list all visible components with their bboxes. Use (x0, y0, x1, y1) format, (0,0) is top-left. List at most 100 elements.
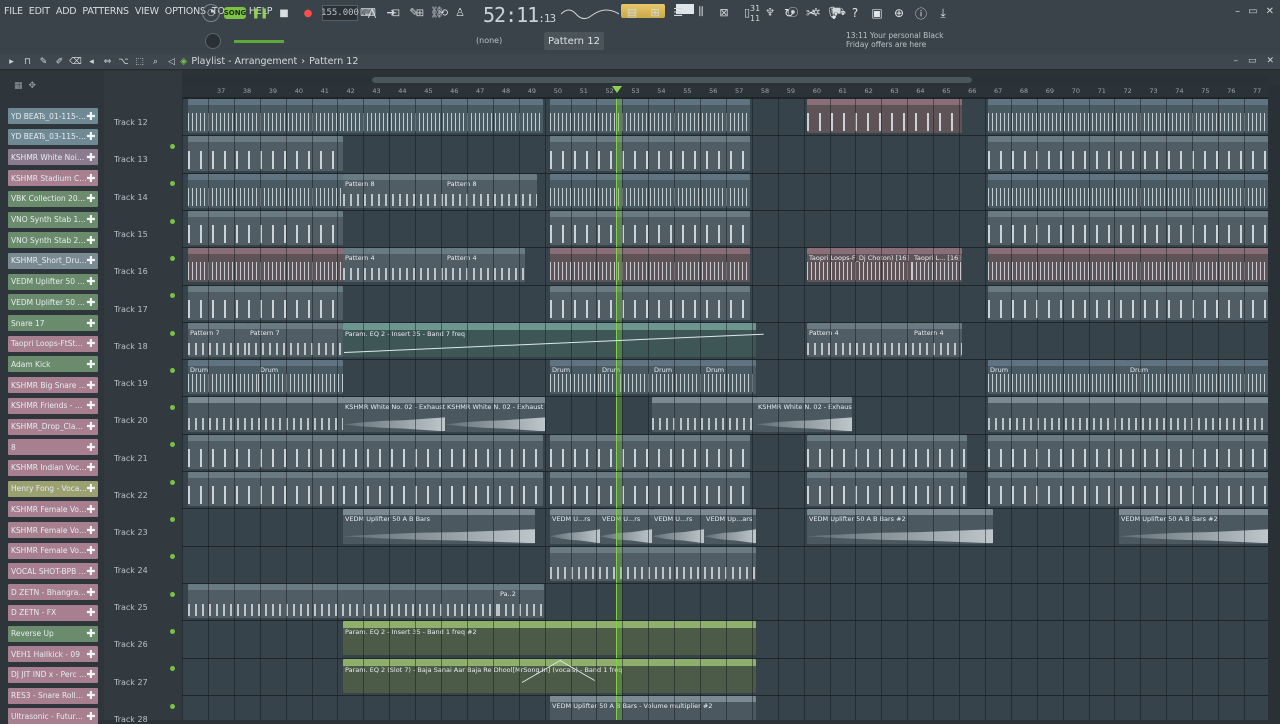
track-label[interactable]: Track 16 (114, 267, 148, 276)
add-clip-icon[interactable]: ✚ (86, 149, 96, 165)
playlist-minimize-icon[interactable]: – (1233, 56, 1238, 66)
add-clip-icon[interactable]: ✚ (86, 419, 96, 435)
info-icon[interactable]: ⓘ (913, 5, 929, 21)
channel-item[interactable]: KSHMR Indian Vocal... ✚ (8, 459, 98, 476)
channel-item[interactable]: Taopri Loops-FtStudi... ✚ (8, 335, 98, 352)
playlist-clip[interactable]: VEDM Uplifter 50 A B Bars (343, 509, 535, 544)
recording-icon[interactable]: ⦿ (785, 4, 801, 20)
playlist-arrow-icon[interactable]: ◈ (180, 56, 187, 67)
playlist-clip[interactable] (988, 472, 1268, 507)
delete-icon[interactable]: ⌫ (69, 56, 82, 67)
playlist-clip[interactable] (652, 397, 756, 432)
channel-item[interactable]: YD BEATs_03-115-01... ✚ (8, 128, 98, 145)
playlist-clip[interactable] (807, 434, 967, 469)
snap-selector[interactable]: (none) (476, 36, 502, 45)
playlist-clip[interactable]: Pattern 4 (445, 248, 525, 283)
picker-pattern-icon[interactable]: ▦ (14, 81, 23, 91)
master-pitch-slider[interactable] (234, 40, 284, 43)
playlist-clip[interactable]: Pattern 8 (445, 173, 537, 208)
playlist-clip[interactable]: Drum (1128, 360, 1268, 395)
menu-add[interactable]: ADD (56, 6, 77, 17)
playlist-clip[interactable] (550, 472, 750, 507)
track-label[interactable]: Track 21 (114, 454, 148, 463)
add-clip-icon[interactable]: ✚ (86, 543, 96, 559)
save-icon[interactable]: ▣ (869, 5, 885, 21)
playlist-clip[interactable] (988, 248, 1268, 283)
channel-item[interactable]: KSHMR Female Vocal...✚ (8, 542, 98, 559)
track-label[interactable]: Track 25 (114, 603, 148, 612)
channel-item[interactable]: RES3 - Snare Rolls 2... ✚ (8, 687, 98, 704)
playlist-clip[interactable]: Drum (258, 360, 343, 395)
select-icon[interactable]: ⬚ (134, 56, 145, 67)
playlist-clip[interactable] (988, 434, 1268, 469)
tempo-display[interactable]: 155.000 (321, 5, 359, 21)
add-clip-icon[interactable]: ✚ (86, 563, 96, 579)
playlist-icon[interactable]: ▤ (624, 4, 640, 20)
file-icon[interactable]: ▯ (739, 4, 755, 20)
track-mute-led[interactable] (170, 218, 175, 224)
playlist-clip[interactable] (188, 136, 343, 171)
track-label[interactable]: Track 14 (114, 193, 148, 202)
playlist-clip[interactable]: Drum (988, 360, 1128, 395)
track-label[interactable]: Track 13 (114, 155, 148, 164)
playlist-clip[interactable] (988, 397, 1268, 432)
add-clip-icon[interactable]: ✚ (86, 274, 96, 290)
tools-icon[interactable]: ✲ (808, 4, 824, 20)
minimize-icon[interactable]: – (1235, 6, 1240, 17)
track-label[interactable]: Track 18 (114, 342, 148, 351)
add-clip-icon[interactable]: ✚ (86, 667, 96, 683)
mixer-icon[interactable]: ⫼ (693, 4, 709, 20)
track-label[interactable]: Track 27 (114, 678, 148, 687)
playlist-clip[interactable]: Pattern 4 (807, 322, 912, 358)
channel-item[interactable]: DJ JIT IND x - Perc 2... ✚ (8, 666, 98, 683)
pattern-song-toggle-icon[interactable]: ◔ (202, 4, 220, 22)
playlist-grid[interactable]: Pattern 8 Pattern 8 Pattern 4 Pattern 4 Taop… (182, 98, 1268, 720)
track-mute-led[interactable] (170, 703, 175, 709)
playlist-clip[interactable] (343, 99, 543, 134)
add-clip-icon[interactable]: ✚ (86, 522, 96, 538)
playlist-clip[interactable] (988, 136, 1268, 171)
draw-icon[interactable]: ✎ (38, 56, 49, 67)
track-label[interactable]: Track 22 (114, 491, 148, 500)
track-mute-led[interactable] (170, 330, 175, 336)
playlist-clip[interactable]: Drum (188, 360, 258, 395)
playlist-clip[interactable] (550, 285, 750, 320)
add-clip-icon[interactable]: ✚ (86, 232, 96, 248)
channel-item[interactable]: D ZETN - FX ✚ (8, 604, 98, 621)
playlist-clip[interactable] (188, 434, 343, 469)
playlist-clip[interactable]: Pattern 4 (912, 322, 962, 358)
playlist-clip[interactable]: Pattern 4 (343, 248, 445, 283)
channel-item[interactable]: Ultrasonic - Future B... ✚ (8, 708, 98, 724)
add-clip-icon[interactable]: ✚ (86, 129, 96, 145)
channel-item[interactable]: VBK Collection 2021... ✚ (8, 190, 98, 207)
stop-button[interactable]: ■ (274, 4, 294, 22)
channel-item[interactable]: VNO Synth Stab 203 A...✚ (8, 232, 98, 249)
track-label[interactable]: Track 12 (114, 118, 148, 127)
add-clip-icon[interactable]: ✚ (86, 398, 96, 414)
playlist-clip[interactable] (988, 99, 1268, 134)
add-clip-icon[interactable]: ✚ (86, 708, 96, 724)
track-label[interactable]: Track 15 (114, 230, 148, 239)
add-clip-icon[interactable]: ✚ (86, 605, 96, 621)
playlist-clip[interactable] (188, 248, 343, 283)
add-clip-icon[interactable]: ✚ (86, 191, 96, 207)
playback-icon[interactable]: ◁ (166, 56, 177, 67)
add-clip-icon[interactable]: ✚ (86, 253, 96, 269)
playlist-clip[interactable] (188, 285, 343, 320)
channel-item[interactable]: YD BEATs_01-115-01... ✚ (8, 108, 98, 124)
playlist-clip[interactable] (550, 210, 750, 246)
playlist-clip[interactable] (188, 210, 343, 246)
track-mute-led[interactable] (170, 628, 175, 634)
playlist-clip[interactable] (807, 472, 967, 507)
add-clip-icon[interactable]: ✚ (86, 212, 96, 228)
channel-item[interactable]: Adam Kick ✚ (8, 356, 98, 373)
channel-item[interactable]: KSHMR Big Snare 07 ✚ (8, 377, 98, 394)
playlist-clip[interactable] (188, 173, 343, 208)
add-clip-icon[interactable]: ✚ (86, 584, 96, 600)
stamp-icon[interactable]: ♙ (452, 4, 468, 20)
playlist-clip[interactable]: Pattern 7 (188, 322, 248, 358)
news-panel[interactable]: 13:11 Your personal Black Friday offers … (846, 31, 943, 49)
song-position-display[interactable]: 52:11:13 (483, 3, 556, 27)
playlist-clip[interactable]: VEDM Uplifter 50 A B Bars #2 (807, 509, 993, 544)
add-clip-icon[interactable]: ✚ (86, 294, 96, 310)
